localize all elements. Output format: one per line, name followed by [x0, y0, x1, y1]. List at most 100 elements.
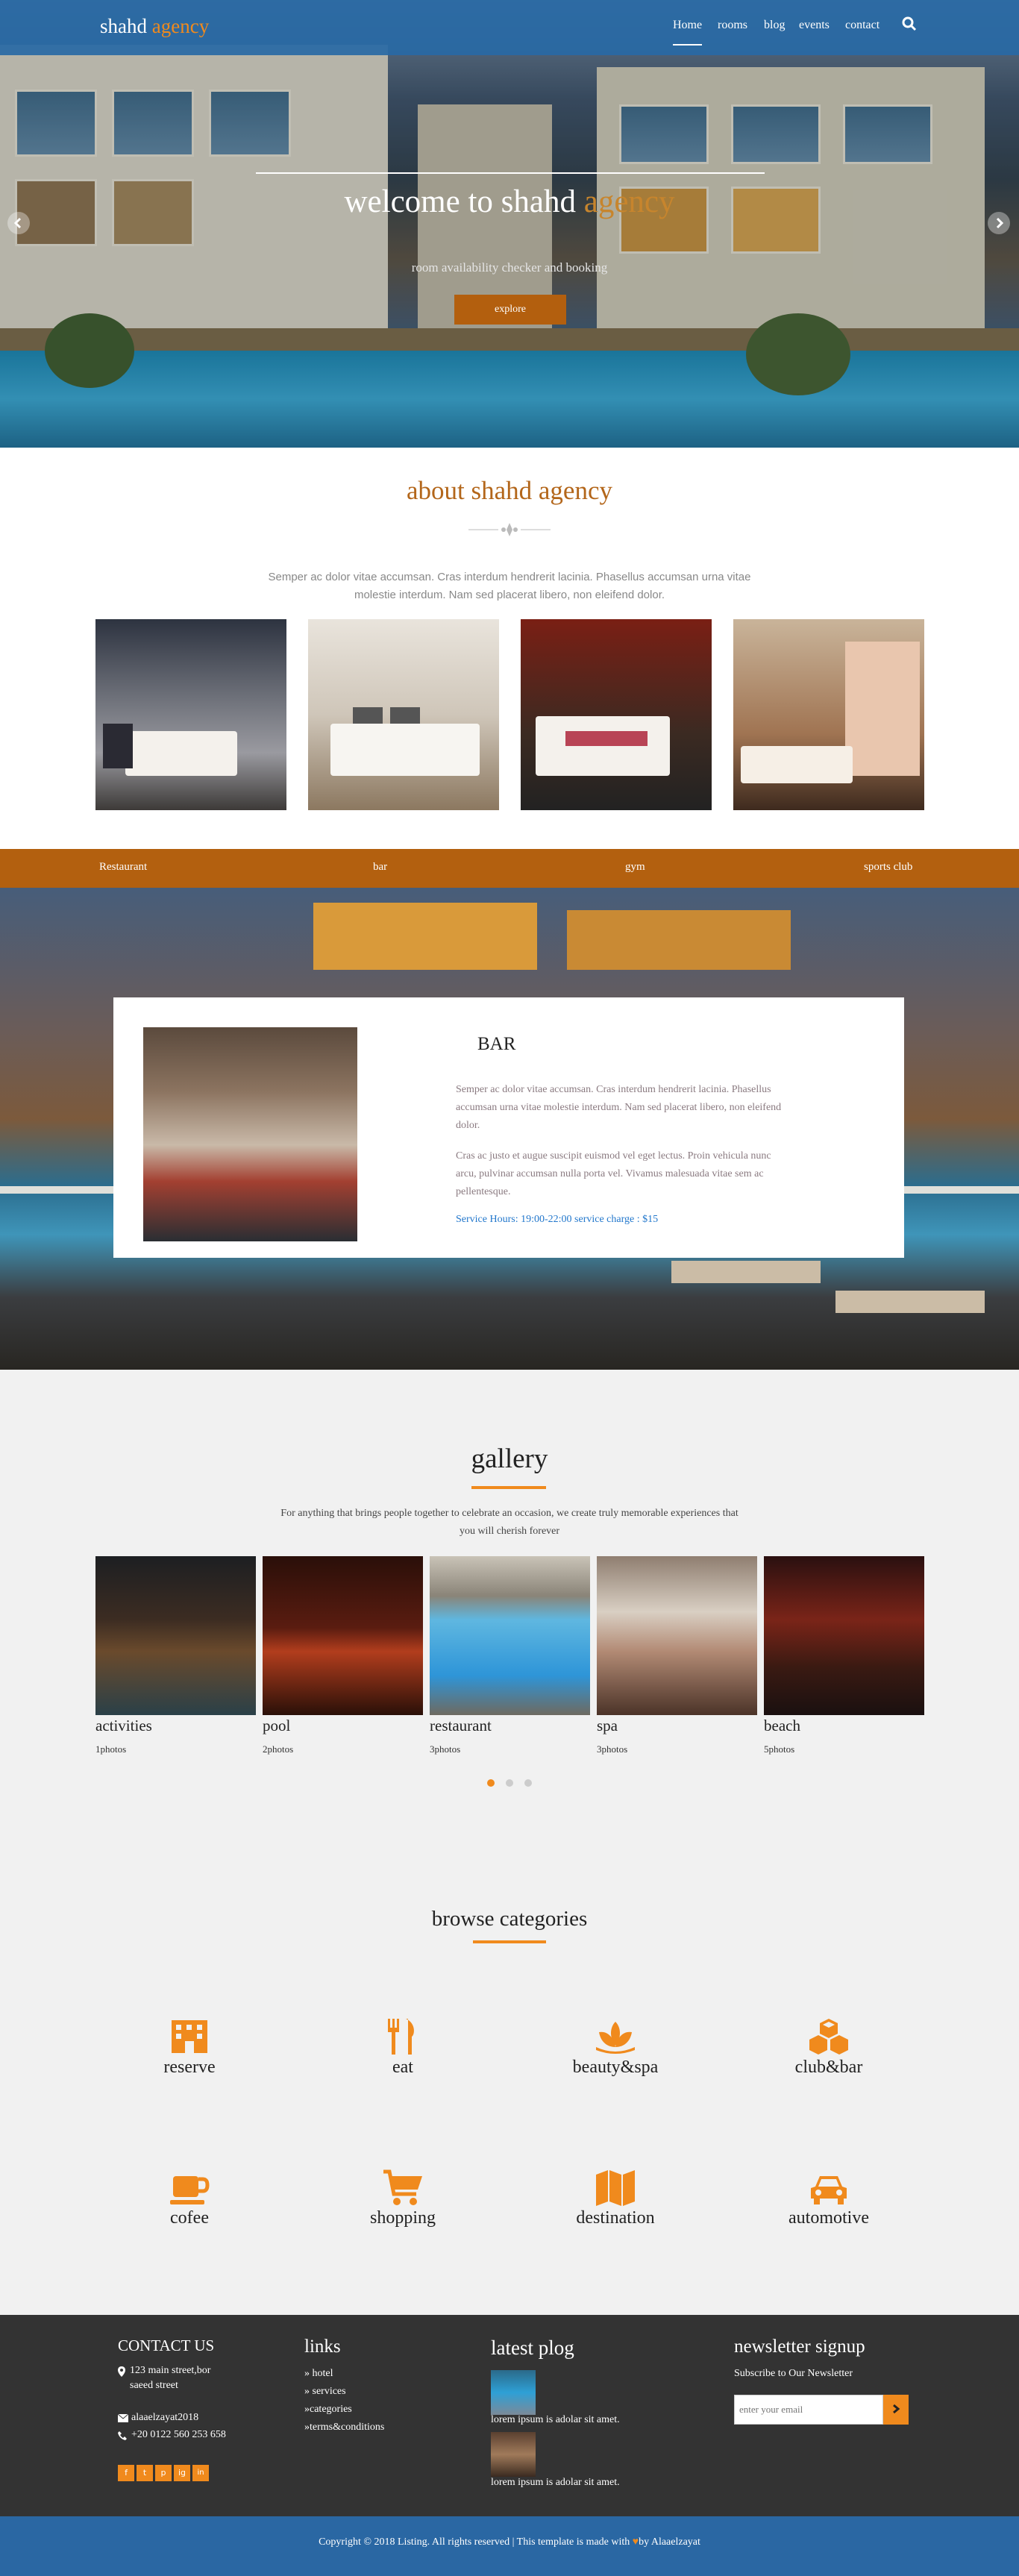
gallery-item-name[interactable]: restaurant: [430, 1717, 492, 1735]
blog-post-title[interactable]: lorem ipsum is adolar sit amet.: [491, 2475, 620, 2490]
search-icon[interactable]: [900, 15, 918, 33]
carousel-dot[interactable]: [506, 1779, 513, 1787]
lotus-icon[interactable]: [595, 2017, 636, 2056]
ornament-icon: [468, 523, 551, 536]
tab-sports-club[interactable]: sports club: [864, 861, 912, 874]
category-label[interactable]: cofee: [115, 2208, 264, 2228]
room-image[interactable]: [95, 619, 286, 810]
footer-link-services[interactable]: » services: [304, 2384, 346, 2399]
facebook-icon[interactable]: f: [118, 2465, 134, 2481]
chevron-left-icon: [13, 217, 22, 229]
coffee-cup-icon[interactable]: [169, 2169, 210, 2207]
footer-link-terms[interactable]: »terms&conditions: [304, 2420, 384, 2435]
logo[interactable]: shahd agency: [100, 15, 209, 38]
blog-post-title[interactable]: lorem ipsum is adolar sit amet.: [491, 2413, 620, 2428]
slider-next-button[interactable]: [988, 212, 1010, 234]
logo-first: shahd: [100, 15, 147, 37]
copyright-text: Copyright © 2018 Listing. All rights res…: [0, 2536, 1019, 2548]
card-paragraph: Semper ac dolor vitae accumsan. Cras int…: [456, 1084, 782, 1131]
nav-rooms[interactable]: rooms: [718, 19, 747, 32]
envelope-icon: [118, 2414, 128, 2422]
map-icon[interactable]: [595, 2169, 636, 2207]
nav-home[interactable]: Home: [673, 19, 703, 46]
car-icon[interactable]: [808, 2169, 850, 2207]
about-text: Semper ac dolor vitae accumsan. Cras int…: [268, 571, 751, 601]
chevron-right-icon: [893, 2404, 900, 2413]
hero-subtitle: room availability checker and booking: [411, 260, 608, 275]
nav-contact[interactable]: contact: [845, 19, 880, 32]
tab-gym[interactable]: gym: [625, 861, 645, 874]
shopping-cart-icon[interactable]: [382, 2169, 424, 2207]
category-label[interactable]: reserve: [115, 2058, 264, 2078]
gallery-image-beach[interactable]: [764, 1556, 924, 1715]
gallery-item-count: 5photos: [764, 1743, 795, 1755]
category-label[interactable]: eat: [328, 2058, 477, 2078]
copyright-post: by Alaaelzayat: [639, 2536, 700, 2548]
carousel-dot[interactable]: [487, 1779, 495, 1787]
chevron-right-icon: [996, 217, 1004, 229]
copyright-pre: Copyright © 2018 Listing. All rights res…: [319, 2536, 630, 2548]
gallery-title: gallery: [471, 1444, 548, 1474]
blog-thumbnail[interactable]: [491, 2432, 536, 2477]
bar-image: [143, 1027, 357, 1241]
gallery-image-activities[interactable]: [95, 1556, 256, 1715]
hero-title: welcome to shahd agency: [0, 184, 1019, 220]
explore-button[interactable]: explore: [454, 295, 566, 325]
carousel-dot[interactable]: [524, 1779, 532, 1787]
contact-title: CONTACT US: [118, 2337, 215, 2354]
newsletter-submit-button[interactable]: [883, 2395, 909, 2425]
map-marker-icon: [118, 2366, 125, 2377]
blog-thumbnail[interactable]: [491, 2370, 536, 2415]
categories-underline: [473, 1940, 546, 1943]
gallery-image-restaurant[interactable]: [430, 1556, 590, 1715]
links-title: links: [304, 2337, 341, 2357]
footer-link-hotel[interactable]: » hotel: [304, 2366, 333, 2381]
room-image[interactable]: [733, 619, 924, 810]
category-label[interactable]: shopping: [328, 2208, 477, 2228]
gallery-text: For anything that brings people together…: [280, 1508, 739, 1537]
double-chevron-icon: »: [304, 2368, 313, 2379]
phone-text: +20 0122 560 253 658: [131, 2429, 226, 2440]
gallery-image-pool[interactable]: [263, 1556, 423, 1715]
nav-blog[interactable]: blog: [764, 19, 785, 32]
slider-prev-button[interactable]: [7, 212, 30, 234]
cubes-icon[interactable]: [808, 2017, 850, 2056]
logo-second: agency: [151, 15, 210, 37]
category-label[interactable]: automotive: [754, 2208, 903, 2228]
linkedin-icon[interactable]: in: [192, 2465, 209, 2481]
category-label[interactable]: club&bar: [754, 2058, 903, 2078]
double-chevron-icon: »: [304, 2422, 310, 2433]
blog-title: latest plog: [491, 2337, 574, 2359]
pinterest-icon[interactable]: p: [155, 2465, 172, 2481]
room-image[interactable]: [521, 619, 712, 810]
card-title: BAR: [477, 1034, 516, 1054]
gallery-item-name[interactable]: activities: [95, 1717, 152, 1735]
cutlery-icon[interactable]: [382, 2017, 424, 2056]
gallery-item-name[interactable]: pool: [263, 1717, 290, 1735]
newsletter-title: newsletter signup: [734, 2337, 865, 2357]
tab-bar[interactable]: bar: [373, 861, 387, 874]
footer-link-categories[interactable]: »categories: [304, 2402, 352, 2417]
gallery-underline: [471, 1486, 546, 1489]
gallery-item-name[interactable]: beach: [764, 1717, 800, 1735]
top-navbar: shahd agency Home rooms blog events cont…: [0, 0, 1019, 55]
card-paragraph: Cras ac justo et augue suscipit euismod …: [456, 1150, 771, 1197]
category-label[interactable]: destination: [541, 2208, 690, 2228]
gallery-item-count: 3photos: [597, 1743, 628, 1755]
categories-title: browse categories: [431, 1907, 588, 1931]
building-icon[interactable]: [169, 2017, 210, 2056]
instagram-icon[interactable]: ig: [174, 2465, 190, 2481]
gallery-image-spa[interactable]: [597, 1556, 757, 1715]
newsletter-email-input[interactable]: [734, 2395, 883, 2425]
gallery-item-count: 2photos: [263, 1743, 294, 1755]
nav-events[interactable]: events: [799, 19, 830, 32]
hero-title-main: welcome to shahd: [344, 184, 576, 219]
hero-divider: [256, 172, 765, 174]
email-text: alaaelzayat2018: [131, 2412, 199, 2423]
gallery-item-name[interactable]: spa: [597, 1717, 618, 1735]
gallery-item-count: 1photos: [95, 1743, 127, 1755]
tab-restaurant[interactable]: Restaurant: [99, 861, 147, 874]
category-label[interactable]: beauty&spa: [541, 2058, 690, 2078]
room-image[interactable]: [308, 619, 499, 810]
twitter-icon[interactable]: t: [137, 2465, 153, 2481]
